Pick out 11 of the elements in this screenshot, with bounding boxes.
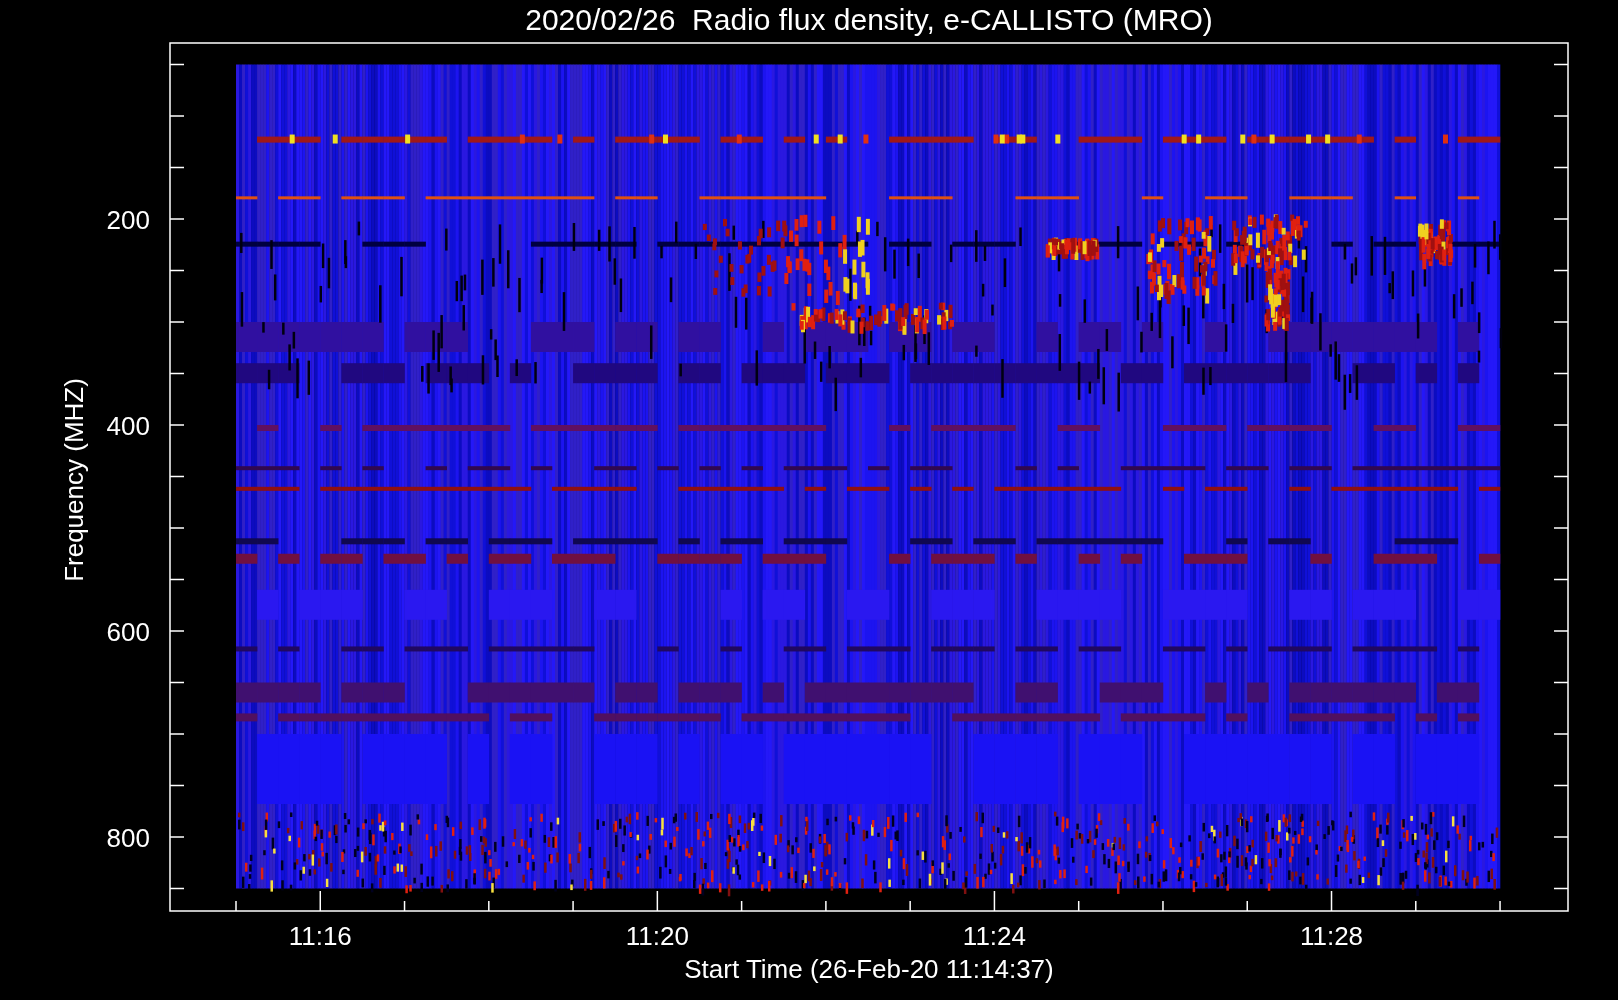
x-tick-label: 11:24 <box>962 921 1026 950</box>
chart-title: 2020/02/26 Radio flux density, e-CALLISTO (MRO) <box>525 5 1213 35</box>
y-tick-label: 400 <box>106 411 150 441</box>
x-tick-label: 11:20 <box>625 921 689 950</box>
y-tick-label: 200 <box>106 205 150 235</box>
y-tick-label: 600 <box>106 617 150 647</box>
x-tick-label: 11:28 <box>1299 921 1364 950</box>
x-tick-label: 11:16 <box>288 921 352 950</box>
y-tick-label: 800 <box>106 823 150 853</box>
y-axis-label: Frequency (MHZ) <box>59 378 89 582</box>
x-axis-label: Start Time (26-Feb-20 11:14:37) <box>684 956 1054 982</box>
